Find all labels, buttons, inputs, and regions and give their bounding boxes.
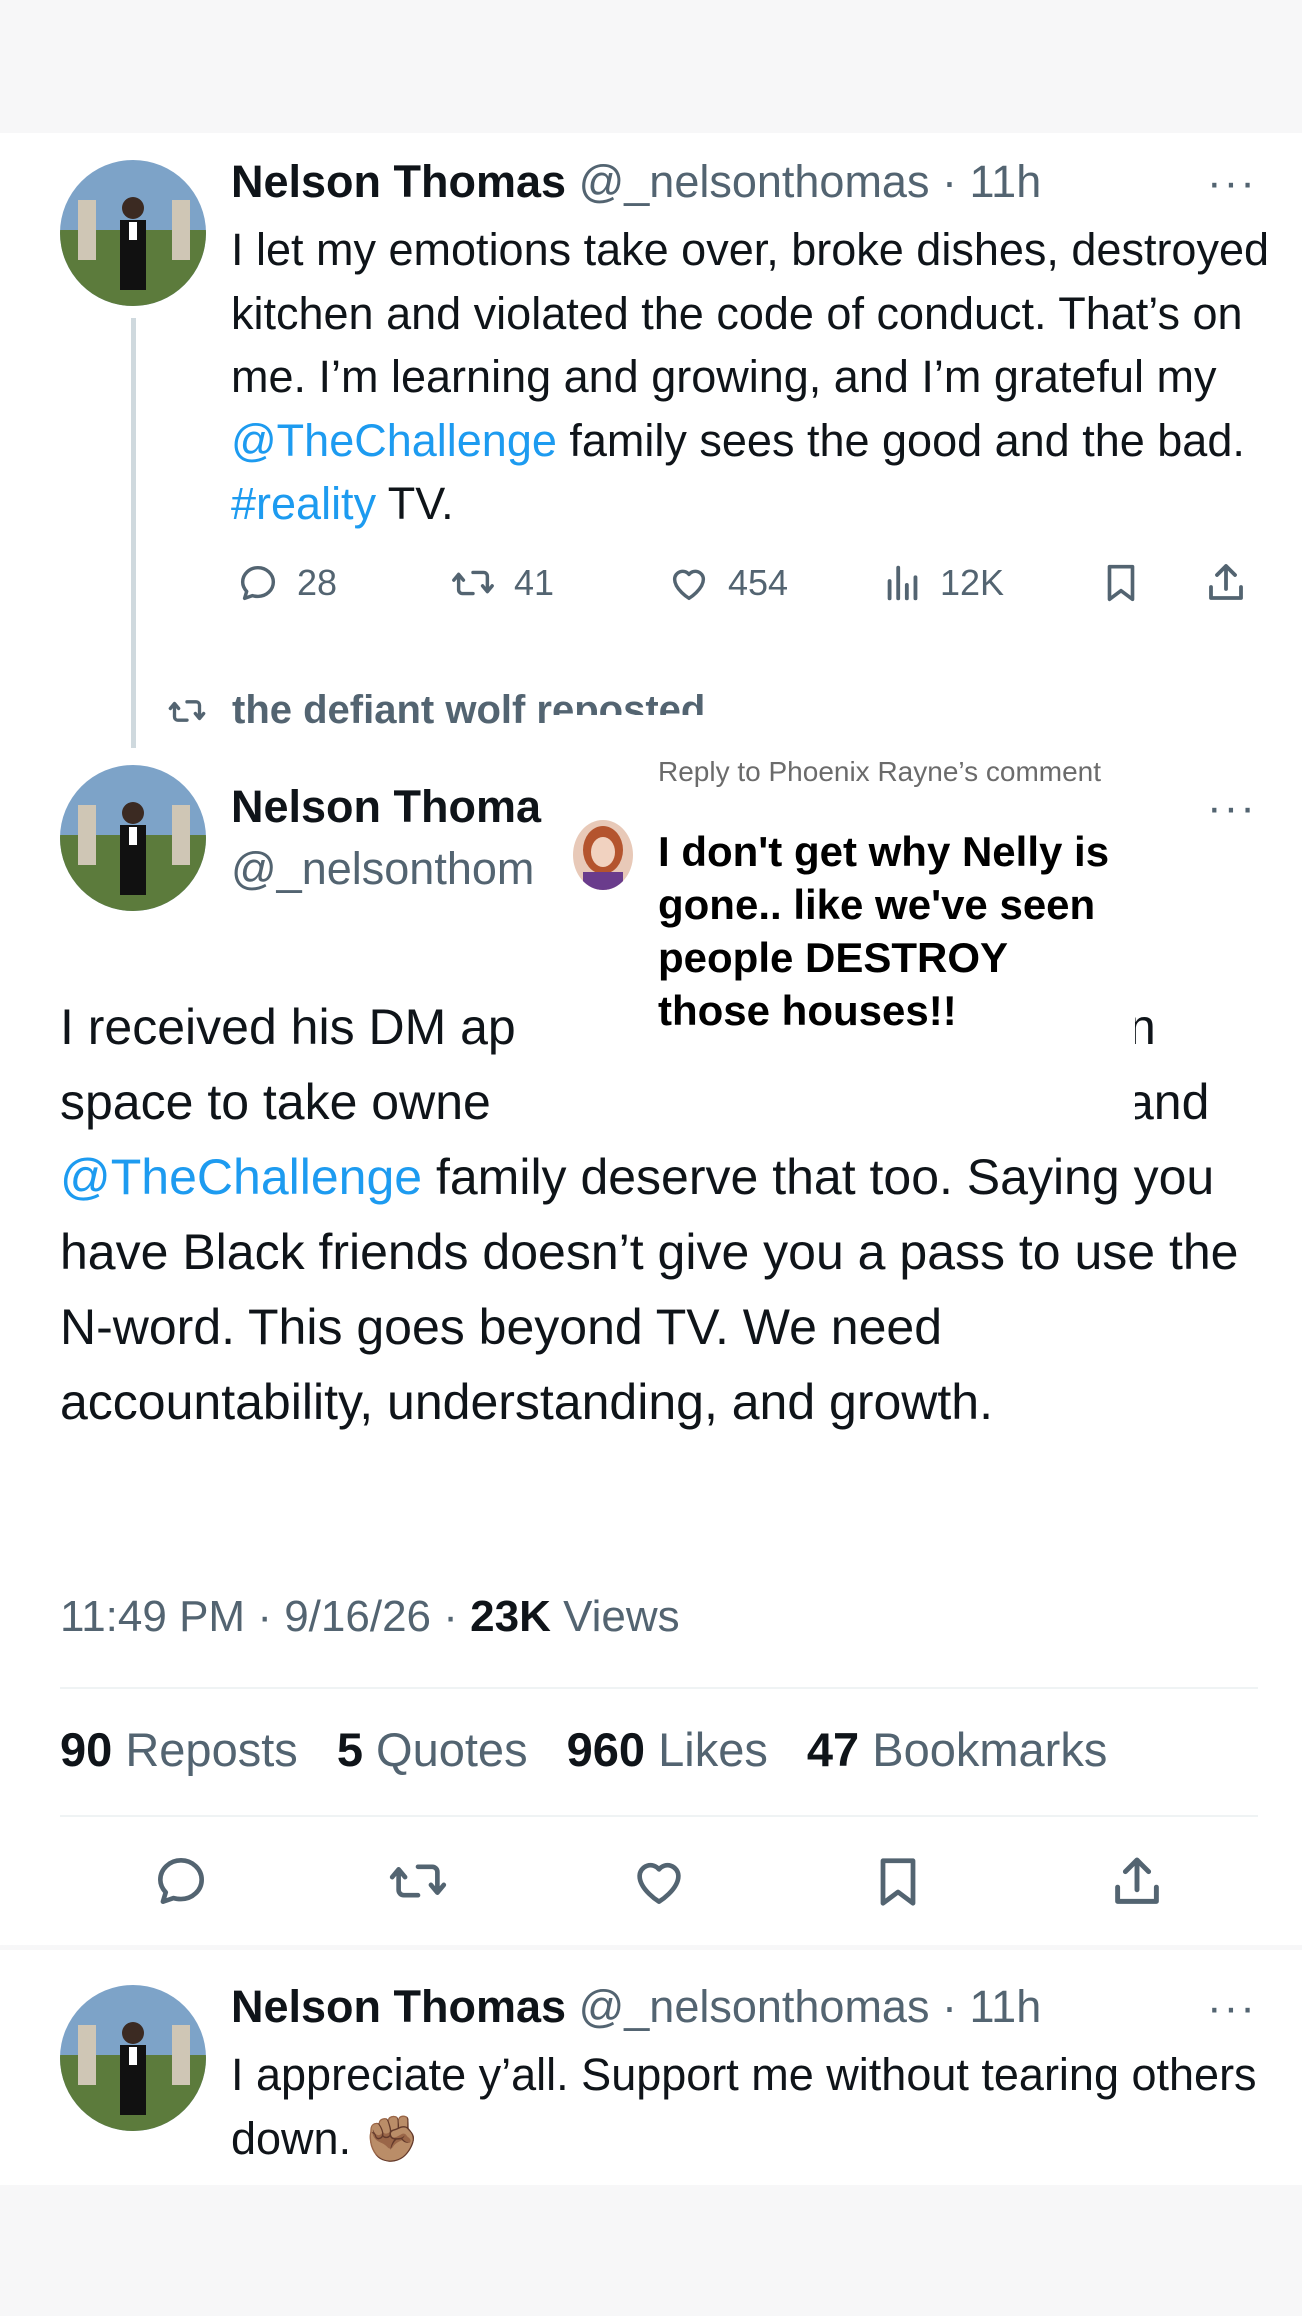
repost-count: 41 — [514, 562, 555, 603]
bookmark-button[interactable] — [1098, 558, 1158, 608]
stat-reposts[interactable]: 90 Reposts — [60, 1723, 298, 1776]
repost-button[interactable]: 41 — [446, 560, 554, 606]
tweet-header: Nelson Thomas @_nelsonthomas · 11h — [231, 155, 1041, 209]
share-button[interactable] — [1106, 1850, 1168, 1919]
tweet-text-part: family sees the good and the bad. — [556, 414, 1245, 466]
tweet-time[interactable]: 11h — [970, 156, 1042, 207]
tweet-text-part: I received his DM ap — [60, 999, 516, 1055]
tweet-time[interactable]: 11h — [970, 1981, 1042, 2032]
bookmark-button[interactable] — [868, 1850, 928, 1919]
reply-icon — [240, 565, 276, 601]
tweet-text-part: TV. — [376, 478, 454, 529]
repost-icon — [168, 699, 206, 722]
repost-button[interactable] — [385, 1850, 451, 1917]
tweet-text-part: I let my emotions take over, broke dishe… — [231, 224, 1270, 402]
reply-sticker-overlay: Reply to Phoenix Rayne’s comment I don't… — [545, 715, 1135, 1140]
separator-dot: · — [941, 156, 957, 207]
reply-button[interactable]: 28 — [233, 560, 337, 606]
tweet-text-part: and — [1126, 1074, 1210, 1130]
stat-count: 960 — [566, 1723, 646, 1776]
like-icon — [672, 569, 706, 601]
hashtag-link[interactable]: #reality — [231, 478, 376, 529]
repost-icon — [452, 570, 494, 596]
avatar[interactable] — [60, 765, 206, 911]
tweet-text-part: space to take owne — [60, 1074, 491, 1130]
repost-icon — [389, 1864, 447, 1898]
more-icon[interactable]: ··· — [1207, 161, 1257, 205]
views-button[interactable]: 12K — [880, 560, 1004, 606]
like-icon — [637, 1862, 681, 1904]
stat-count: 90 — [60, 1723, 113, 1776]
time: 11:49 PM — [60, 1592, 246, 1641]
commenter-avatar — [573, 820, 633, 890]
share-icon — [1115, 1857, 1159, 1904]
author-handle[interactable]: @_nelsonthom — [231, 842, 534, 896]
bookmark-icon — [880, 1858, 916, 1906]
date: 9/16/26 — [284, 1592, 432, 1641]
stat-label: Bookmarks — [872, 1723, 1108, 1776]
stat-label: Likes — [658, 1723, 768, 1776]
stat-likes[interactable]: 960 Likes — [567, 1723, 768, 1776]
stat-quotes[interactable]: 5 Quotes — [337, 1723, 528, 1776]
stat-label: Quotes — [376, 1723, 528, 1776]
author-name[interactable]: Nelson Thomas — [231, 1981, 566, 2032]
share-icon — [1209, 564, 1243, 600]
tweet-text: I let my emotions take over, broke dishe… — [231, 218, 1271, 536]
divider — [60, 1815, 1258, 1817]
tweet-text: @TheChallenge family deserve that too. S… — [60, 1140, 1265, 1440]
engagement-stats: 90 Reposts 5 Quotes 960 Likes 47 Bookmar… — [60, 1722, 1133, 1777]
mention-link[interactable]: @TheChallenge — [60, 1149, 422, 1205]
tweet-text: I appreciate y’all. Support me without t… — [231, 2043, 1271, 2170]
like-count: 454 — [728, 562, 789, 603]
stat-bookmarks[interactable]: 47 Bookmarks — [807, 1723, 1107, 1776]
stat-count: 47 — [806, 1723, 860, 1776]
reply-button[interactable] — [150, 1850, 212, 1917]
views-count: 12K — [940, 562, 1005, 603]
author-handle[interactable]: @_nelsonthomas — [579, 1981, 930, 2032]
views-count: 23K — [470, 1592, 551, 1641]
more-icon[interactable]: ··· — [1207, 786, 1257, 830]
bookmark-icon — [1107, 564, 1135, 602]
author-handle[interactable]: @_nelsonthomas — [579, 156, 930, 207]
like-button[interactable] — [628, 1850, 690, 1917]
separator-dot: · — [443, 1592, 458, 1641]
share-button[interactable] — [1202, 558, 1264, 608]
reply-icon — [158, 1858, 204, 1904]
like-button[interactable]: 454 — [664, 560, 788, 606]
views-label: Views — [563, 1592, 680, 1641]
mention-link[interactable]: @TheChallenge — [231, 415, 557, 466]
tweet-header: Nelson Thomas @_nelsonthomas · 11h — [231, 1980, 1041, 2034]
reply-comment-text: I don't get why Nelly is gone.. like we'… — [658, 828, 1110, 1034]
stat-count: 5 — [336, 1723, 363, 1776]
views-icon — [887, 565, 918, 601]
avatar[interactable] — [60, 160, 206, 306]
separator-dot: · — [257, 1592, 272, 1641]
stat-label: Reposts — [125, 1723, 298, 1776]
divider — [60, 1687, 1258, 1689]
tweet-timestamp[interactable]: 11:49 PM · 9/16/26 · 23K Views — [60, 1592, 680, 1642]
raised-fist-emoji: ✊🏽 — [363, 2112, 420, 2164]
separator-dot: · — [941, 1981, 957, 2032]
author-name[interactable]: Nelson Thoma — [231, 780, 541, 834]
more-icon[interactable]: ··· — [1207, 1986, 1257, 2030]
avatar[interactable] — [60, 1985, 206, 2131]
reply-to-label: Reply to Phoenix Rayne’s comment — [658, 756, 1102, 787]
author-name[interactable]: Nelson Thomas — [231, 156, 566, 207]
thread-line — [131, 318, 136, 748]
reply-count: 28 — [297, 562, 338, 603]
